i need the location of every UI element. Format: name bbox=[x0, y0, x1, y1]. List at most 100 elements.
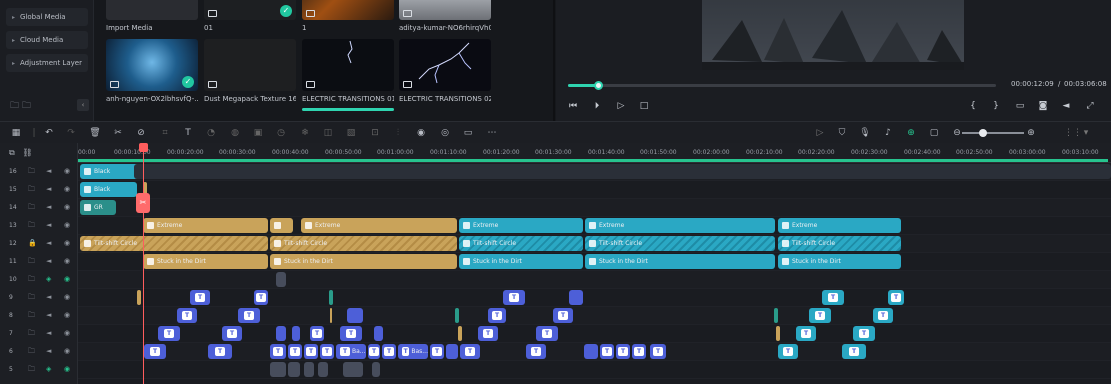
clip-extreme[interactable]: Extreme bbox=[143, 218, 268, 233]
speaker-icon[interactable]: ◄ bbox=[46, 311, 51, 319]
sidebar-item-cloud-media[interactable]: ▸ Cloud Media bbox=[6, 31, 88, 49]
title-clip[interactable]: T bbox=[488, 308, 506, 323]
title-clip[interactable]: T bbox=[368, 344, 380, 359]
playhead[interactable] bbox=[143, 143, 144, 384]
auto-reframe-icon[interactable]: ◎ bbox=[439, 127, 451, 139]
clip-black[interactable]: Black bbox=[80, 164, 142, 179]
clip-small[interactable] bbox=[343, 362, 363, 377]
microphone-icon[interactable]: 🎙 bbox=[859, 127, 871, 139]
layers-icon[interactable]: ▢ bbox=[928, 127, 940, 139]
track-row-10[interactable] bbox=[78, 271, 1111, 289]
clip-small[interactable] bbox=[270, 362, 286, 377]
media-thumb-dust[interactable] bbox=[204, 39, 296, 91]
detach-icon[interactable]: ⊘ bbox=[135, 127, 147, 139]
speaker-icon[interactable]: ◄ bbox=[46, 167, 51, 175]
display-settings-icon[interactable]: ▭ bbox=[1013, 99, 1027, 113]
volume-icon[interactable]: ◄ bbox=[1059, 99, 1073, 113]
title-clip[interactable]: T bbox=[822, 290, 844, 305]
clip-marker[interactable] bbox=[455, 308, 459, 323]
title-clip[interactable]: T Bas... bbox=[398, 344, 428, 359]
title-clip[interactable]: T bbox=[853, 326, 875, 341]
title-clip[interactable]: T bbox=[503, 290, 525, 305]
clip-tilt-shift[interactable]: Tilt-shift Circle bbox=[80, 236, 268, 251]
clip-extreme[interactable]: Extreme bbox=[778, 218, 901, 233]
title-clip[interactable]: T bbox=[382, 344, 396, 359]
clip-marker[interactable] bbox=[776, 326, 780, 341]
title-clip[interactable]: T bbox=[616, 344, 630, 359]
title-clip[interactable]: T bbox=[208, 344, 232, 359]
clip-extreme[interactable]: Extreme bbox=[459, 218, 583, 233]
title-clip[interactable]: T bbox=[842, 344, 866, 359]
title-clip[interactable]: T bbox=[600, 344, 614, 359]
title-clip[interactable]: T bbox=[158, 326, 180, 341]
lock-icon[interactable]: 🗀 bbox=[28, 167, 35, 178]
layout-icon[interactable]: ▦ bbox=[10, 127, 22, 139]
title-clip[interactable]: T bbox=[270, 344, 286, 359]
clip-black[interactable]: Black bbox=[80, 182, 137, 197]
title-clip[interactable]: T bbox=[310, 326, 324, 341]
speaker-icon[interactable]: ◄ bbox=[46, 239, 51, 247]
title-clip[interactable]: T bbox=[778, 344, 798, 359]
title-clip[interactable]: T bbox=[340, 326, 362, 341]
clip-small[interactable] bbox=[288, 362, 300, 377]
media-thumb-1[interactable] bbox=[302, 0, 394, 20]
clip-stuck-in-dirt[interactable]: Stuck in the Dirt bbox=[270, 254, 457, 269]
media-thumb-electric-01[interactable] bbox=[302, 39, 394, 91]
lock-icon[interactable]: 🗀 bbox=[28, 329, 35, 340]
lock-icon[interactable]: 🗀 bbox=[28, 311, 35, 322]
title-clip[interactable] bbox=[347, 308, 363, 323]
speaker-icon[interactable]: ◈ bbox=[46, 275, 51, 283]
previous-frame-icon[interactable]: ⏮ bbox=[566, 99, 580, 113]
lock-icon[interactable]: 🗀 bbox=[28, 365, 35, 376]
title-clip[interactable]: T bbox=[536, 326, 558, 341]
title-clip[interactable] bbox=[276, 326, 286, 341]
speaker-icon[interactable]: ◄ bbox=[46, 347, 51, 355]
voice-icon[interactable]: ♪ bbox=[882, 127, 894, 139]
lock-icon[interactable]: 🗀 bbox=[28, 257, 35, 268]
lock-icon[interactable]: 🗀 bbox=[28, 221, 35, 232]
eye-icon[interactable]: ◉ bbox=[64, 293, 70, 301]
render-icon[interactable]: ▷ bbox=[814, 127, 826, 139]
title-clip[interactable]: T bbox=[809, 308, 831, 323]
title-clip[interactable] bbox=[292, 326, 300, 341]
title-clip[interactable]: T bbox=[796, 326, 816, 341]
sidebar-item-adjustment-layer[interactable]: ▸ Adjustment Layer bbox=[6, 54, 88, 72]
new-folder-icon[interactable]: 🗀 🗀 bbox=[10, 98, 31, 114]
clip-marker[interactable] bbox=[330, 308, 332, 323]
title-clip[interactable]: T Ba... bbox=[336, 344, 366, 359]
sidebar-item-global-media[interactable]: ▸ Global Media bbox=[6, 8, 88, 26]
clip-tilt-shift[interactable]: Tilt-shift Circle bbox=[585, 236, 775, 251]
speaker-icon[interactable]: ◄ bbox=[46, 257, 51, 265]
clip-marker[interactable] bbox=[458, 326, 462, 341]
title-clip[interactable]: T bbox=[553, 308, 573, 323]
lock-icon[interactable]: 🗀 bbox=[28, 185, 35, 196]
media-thumb-01[interactable]: ✓ bbox=[204, 0, 296, 20]
playhead-handle[interactable] bbox=[139, 143, 148, 152]
lock-icon[interactable]: 🗀 bbox=[28, 293, 35, 304]
ai-icon[interactable]: ◉ bbox=[415, 127, 427, 139]
clip-tilt-shift[interactable]: Tilt-shift Circle bbox=[459, 236, 583, 251]
clip-stuck-in-dirt[interactable]: Stuck in the Dirt bbox=[778, 254, 901, 269]
track-row-14[interactable] bbox=[78, 199, 1111, 217]
clip-extreme[interactable]: Extreme bbox=[301, 218, 457, 233]
lock-icon[interactable]: 🔒 bbox=[28, 239, 37, 247]
media-thumb-electric-02[interactable] bbox=[399, 39, 491, 91]
clip-extreme[interactable] bbox=[270, 218, 293, 233]
delete-icon[interactable]: 🗑 bbox=[89, 127, 101, 139]
lock-icon[interactable]: 🗀 bbox=[28, 203, 35, 214]
eye-icon[interactable]: ◉ bbox=[64, 185, 70, 193]
title-clip[interactable]: T bbox=[238, 308, 260, 323]
eye-icon[interactable]: ◉ bbox=[64, 167, 70, 175]
collapse-sidebar-button[interactable]: ‹ bbox=[77, 99, 89, 111]
title-clip[interactable]: T bbox=[320, 344, 334, 359]
title-clip[interactable]: T bbox=[460, 344, 480, 359]
title-clip[interactable]: T bbox=[526, 344, 546, 359]
title-clip[interactable]: T bbox=[632, 344, 646, 359]
clip-marker[interactable] bbox=[137, 290, 141, 305]
lock-icon[interactable]: 🗀 bbox=[28, 275, 35, 286]
snapshot-icon[interactable]: ◙ bbox=[1036, 99, 1050, 113]
audio-icon[interactable]: ⫶ bbox=[392, 127, 404, 139]
speaker-icon[interactable]: ◄ bbox=[46, 329, 51, 337]
title-clip[interactable]: T bbox=[650, 344, 666, 359]
zoom-slider[interactable] bbox=[962, 132, 1024, 134]
